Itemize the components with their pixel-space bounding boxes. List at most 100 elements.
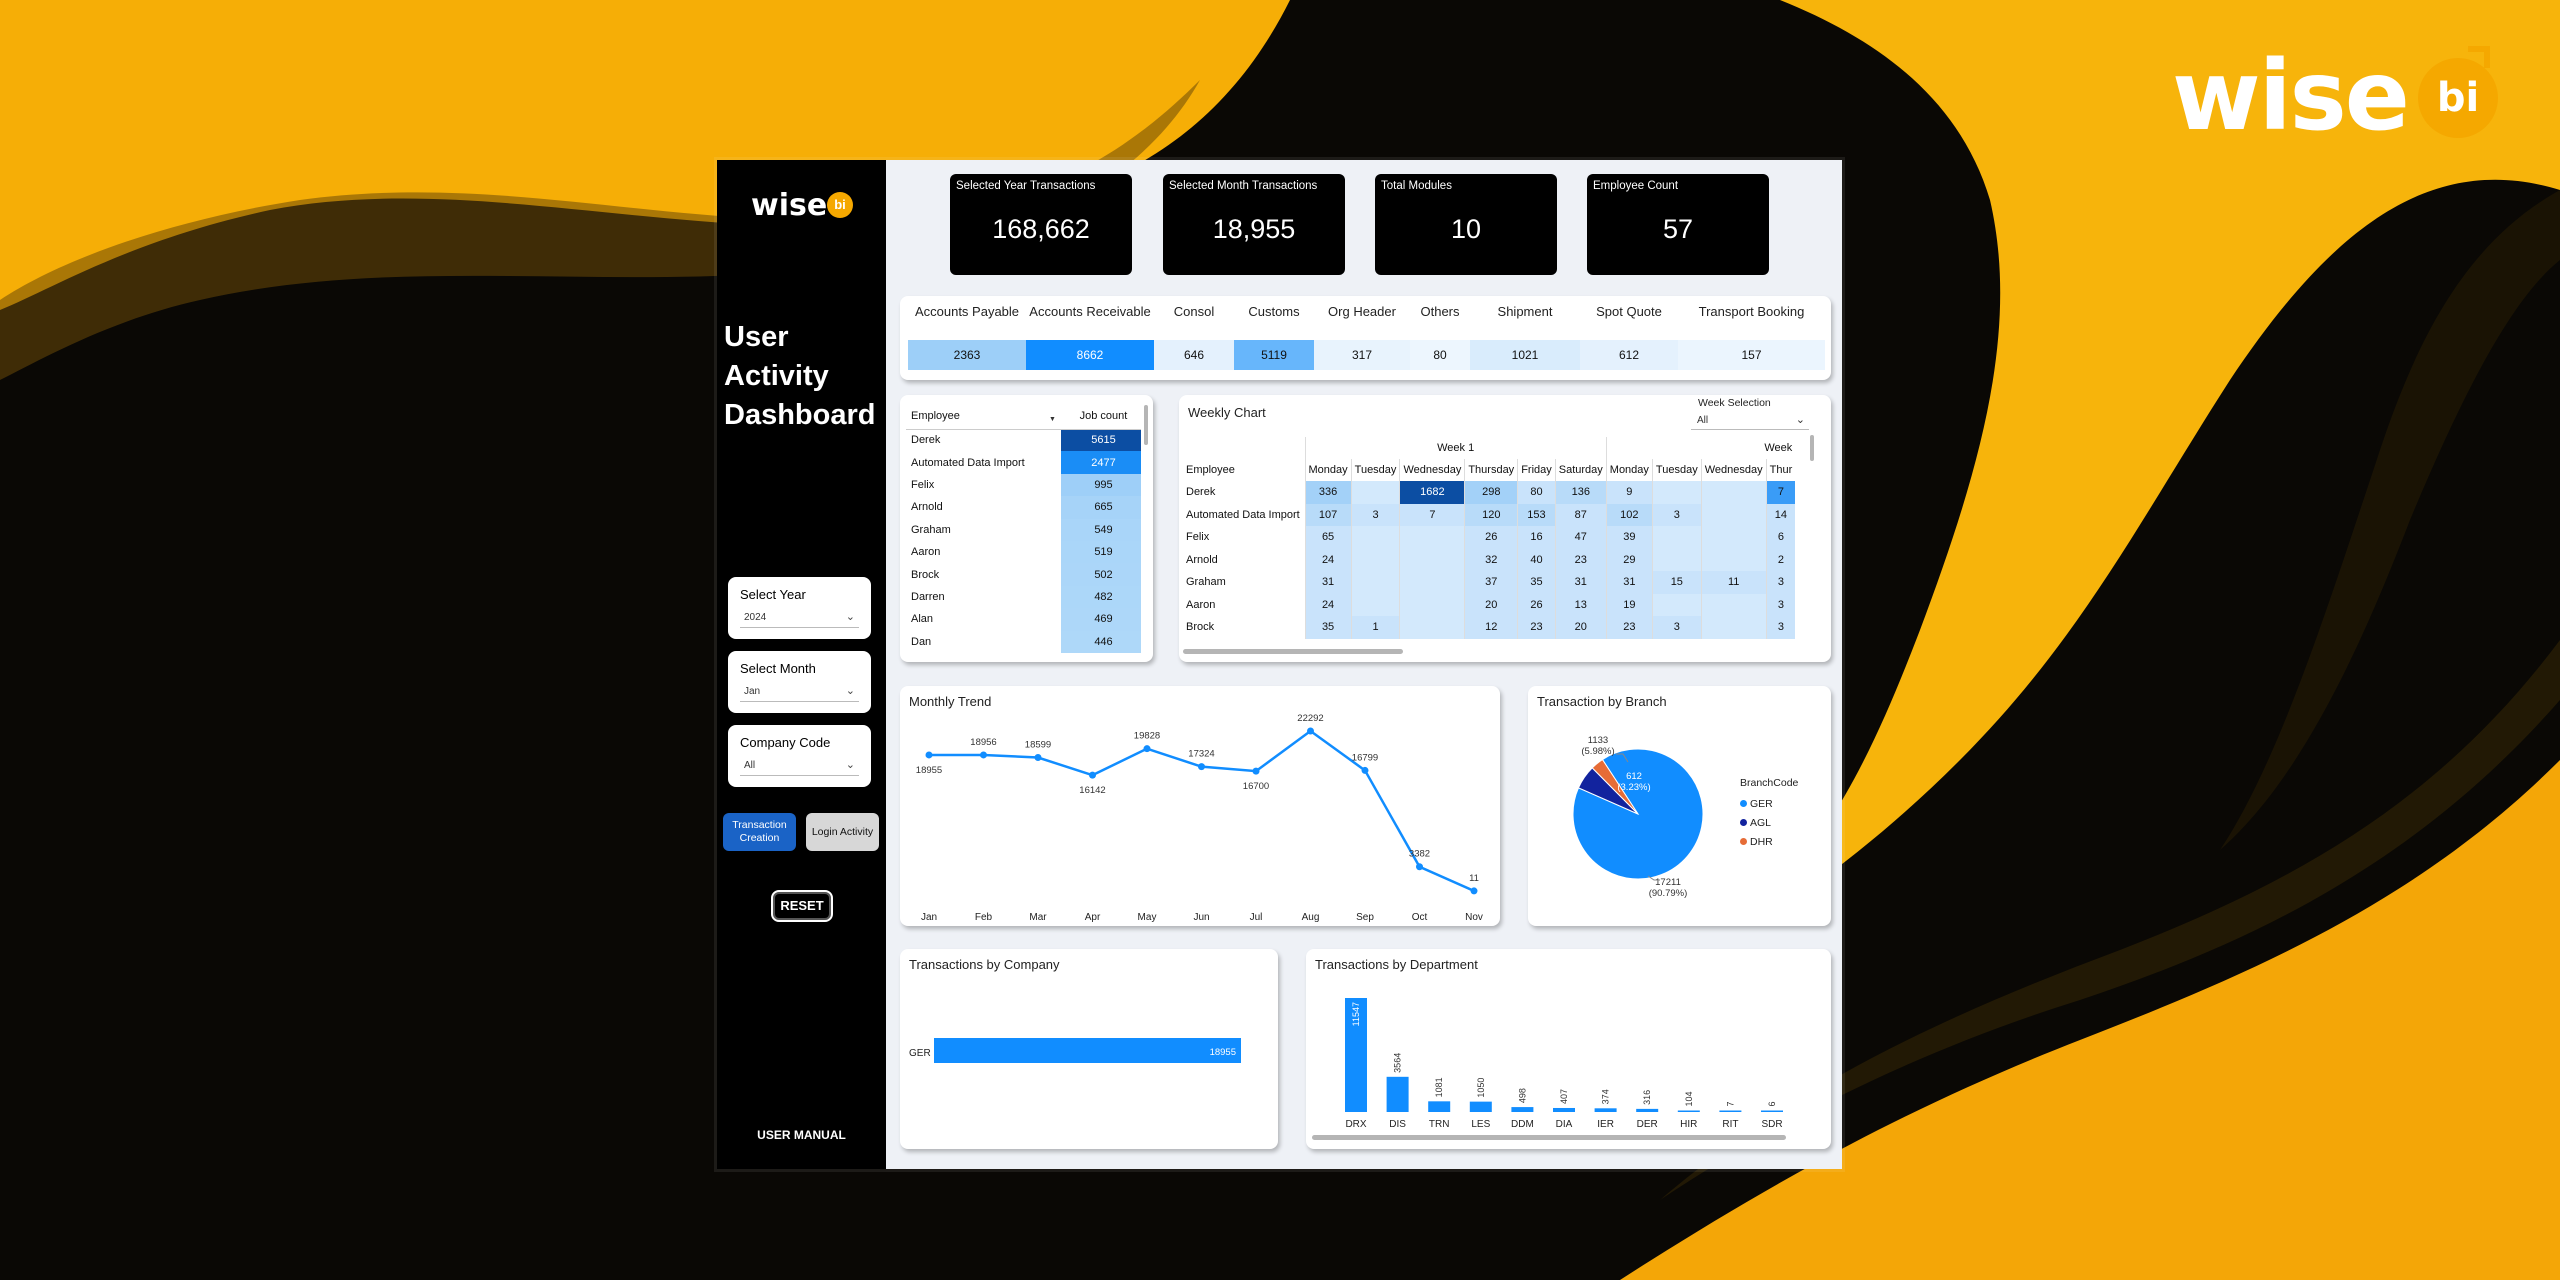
year-slicer[interactable]: Select Year 2024 ⌄ xyxy=(728,577,871,639)
table-row[interactable]: Alan 469 xyxy=(906,608,1141,631)
employee-name: Derek xyxy=(911,434,941,447)
week-selection-dropdown[interactable]: All ⌄ xyxy=(1691,412,1809,430)
company-code-dropdown[interactable]: All ⌄ xyxy=(740,758,859,776)
department-bar[interactable] xyxy=(1511,1107,1534,1112)
table-row[interactable]: Aaron 24 20 26 13 19 3 xyxy=(1183,593,1796,616)
department-bar[interactable] xyxy=(1636,1108,1659,1112)
department-card: Transactions by Department DRX 11547 DIS 35… xyxy=(1306,949,1831,1149)
legend-item[interactable]: GER xyxy=(1740,794,1773,813)
table-row[interactable]: Arnold 24 32 40 23 29 2 xyxy=(1183,548,1796,571)
reset-button[interactable]: RESET xyxy=(771,890,833,922)
legend-item[interactable]: AGL xyxy=(1740,813,1773,832)
data-label: 18599 xyxy=(1025,740,1051,751)
department-bar[interactable] xyxy=(1386,1076,1409,1112)
employee-column-header[interactable]: Employee xyxy=(906,403,1061,430)
weekly-value-cell: 16 xyxy=(1517,526,1556,549)
trend-point[interactable] xyxy=(925,751,933,759)
employee-table-body: Derek 5615 Automated Data Import 2477 Felix 9… xyxy=(906,429,1141,653)
table-row[interactable]: Brock 502 xyxy=(906,563,1141,586)
module-header[interactable]: Accounts Receivable xyxy=(1026,304,1154,319)
department-bar[interactable] xyxy=(1719,1110,1742,1113)
module-header[interactable]: Customs xyxy=(1234,304,1314,319)
table-row[interactable]: Brock 35 1 12 23 20 23 3 3 xyxy=(1183,616,1796,639)
department-bar[interactable] xyxy=(1553,1107,1575,1112)
x-tick-label: Apr xyxy=(1085,912,1101,923)
table-row[interactable]: Derek 336 1682 298 80 136 9 7 xyxy=(1183,481,1796,504)
week-group-header[interactable]: Week 1 xyxy=(1304,437,1607,459)
table-row[interactable]: Graham 549 xyxy=(906,518,1141,541)
day-column-header[interactable]: Monday xyxy=(1605,459,1653,481)
table-row[interactable]: Automated Data Import 107 3 7 120 153 87 102 3 14 xyxy=(1183,503,1796,526)
day-column-header[interactable]: Tuesday xyxy=(1651,459,1702,481)
week-group-header[interactable]: Week xyxy=(1605,437,1796,459)
department-bar[interactable] xyxy=(1594,1108,1617,1112)
table-row[interactable]: Arnold 665 xyxy=(906,496,1141,519)
company-bar[interactable] xyxy=(934,1038,1241,1063)
module-value: 612 xyxy=(1580,340,1678,370)
weekly-value-cell: 65 xyxy=(1304,526,1352,549)
table-row[interactable]: Derek 5615 xyxy=(906,429,1141,452)
horizontal-scrollbar[interactable] xyxy=(1312,1135,1786,1140)
pie-percent-label: (3.23%) xyxy=(1617,782,1650,793)
employee-name: Felix xyxy=(911,478,935,491)
table-row[interactable]: Felix 995 xyxy=(906,473,1141,497)
trend-point[interactable] xyxy=(1143,745,1151,753)
trend-point[interactable] xyxy=(1470,887,1478,895)
day-column-header[interactable]: Saturday xyxy=(1554,459,1607,481)
day-column-header[interactable]: Monday xyxy=(1304,459,1352,481)
module-header[interactable]: Others xyxy=(1410,304,1470,319)
login-activity-button[interactable]: Login Activity xyxy=(806,813,879,851)
job-count-column-header[interactable]: Job count xyxy=(1061,403,1141,430)
horizontal-scrollbar[interactable] xyxy=(1183,649,1403,654)
brand-corner-mark xyxy=(2468,46,2490,68)
department-bar[interactable] xyxy=(1469,1101,1492,1112)
department-bar[interactable] xyxy=(1761,1110,1783,1113)
day-column-header[interactable]: Wednesday xyxy=(1399,459,1465,481)
table-row[interactable]: Darren 482 xyxy=(906,585,1141,609)
module-header[interactable]: Accounts Payable xyxy=(908,304,1026,319)
data-label: 11 xyxy=(1469,873,1479,884)
module-value: 2363 xyxy=(908,340,1026,370)
day-column-header[interactable]: Tuesday xyxy=(1350,459,1400,481)
table-row[interactable]: Automated Data Import 2477 xyxy=(906,451,1141,474)
trend-point[interactable] xyxy=(1034,754,1042,762)
legend-item[interactable]: DHR xyxy=(1740,832,1773,851)
department-bar[interactable] xyxy=(1677,1110,1700,1113)
day-column-header[interactable]: Wednesday xyxy=(1700,459,1767,481)
module-header[interactable]: Org Header xyxy=(1314,304,1410,319)
table-scrollbar[interactable] xyxy=(1144,405,1148,445)
module-header[interactable]: Consol xyxy=(1154,304,1234,319)
job-count-cell: 665 xyxy=(1061,496,1141,519)
table-row[interactable]: Graham 31 37 35 31 31 15 11 3 xyxy=(1183,571,1796,594)
year-dropdown[interactable]: 2024 ⌄ xyxy=(740,610,859,628)
month-dropdown[interactable]: Jan ⌄ xyxy=(740,684,859,702)
company-code-slicer[interactable]: Company Code All ⌄ xyxy=(728,725,871,787)
legend-label: DHR xyxy=(1750,835,1773,848)
weekly-matrix-body: Derek 336 1682 298 80 136 9 7 Automated Data Imp… xyxy=(1183,481,1796,639)
module-header[interactable]: Transport Booking xyxy=(1678,304,1825,319)
weekly-value-cell xyxy=(1399,593,1465,616)
table-row[interactable]: Aaron 519 xyxy=(906,540,1141,564)
employee-name: Automated Data Import xyxy=(1186,508,1300,521)
module-header[interactable]: Spot Quote xyxy=(1580,304,1678,319)
day-column-header[interactable]: Thursday xyxy=(1464,459,1518,481)
trend-point[interactable] xyxy=(1416,863,1423,871)
table-row[interactable]: Felix 65 26 16 47 39 6 xyxy=(1183,526,1796,549)
vertical-scrollbar[interactable] xyxy=(1810,435,1814,461)
data-label: 11547 xyxy=(1351,1002,1361,1026)
trend-point[interactable] xyxy=(1252,767,1260,775)
trend-point[interactable] xyxy=(1089,771,1096,779)
module-header[interactable]: Shipment xyxy=(1470,304,1580,319)
day-column-header[interactable]: Thur xyxy=(1765,459,1796,481)
transaction-creation-button[interactable]: Transaction Creation xyxy=(723,813,796,851)
table-row[interactable]: Dan 446 xyxy=(906,630,1141,653)
trend-point[interactable] xyxy=(1307,727,1314,735)
user-manual-link[interactable]: USER MANUAL xyxy=(717,1128,886,1142)
department-bar[interactable] xyxy=(1428,1101,1451,1112)
day-column-header[interactable]: Friday xyxy=(1517,459,1556,481)
employee-column-header[interactable]: Employee xyxy=(1183,459,1305,481)
month-slicer[interactable]: Select Month Jan ⌄ xyxy=(728,651,871,713)
trend-point[interactable] xyxy=(1198,763,1205,771)
trend-point[interactable] xyxy=(980,751,987,759)
trend-point[interactable] xyxy=(1361,766,1369,774)
